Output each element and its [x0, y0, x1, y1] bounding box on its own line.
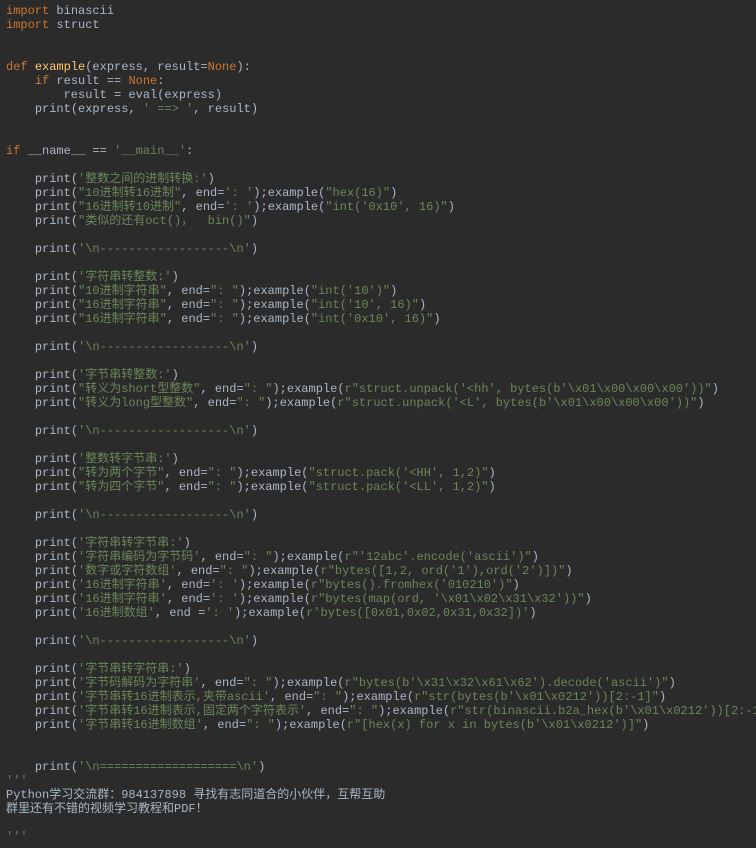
code-block: import binascii import struct def exampl… [0, 0, 756, 848]
